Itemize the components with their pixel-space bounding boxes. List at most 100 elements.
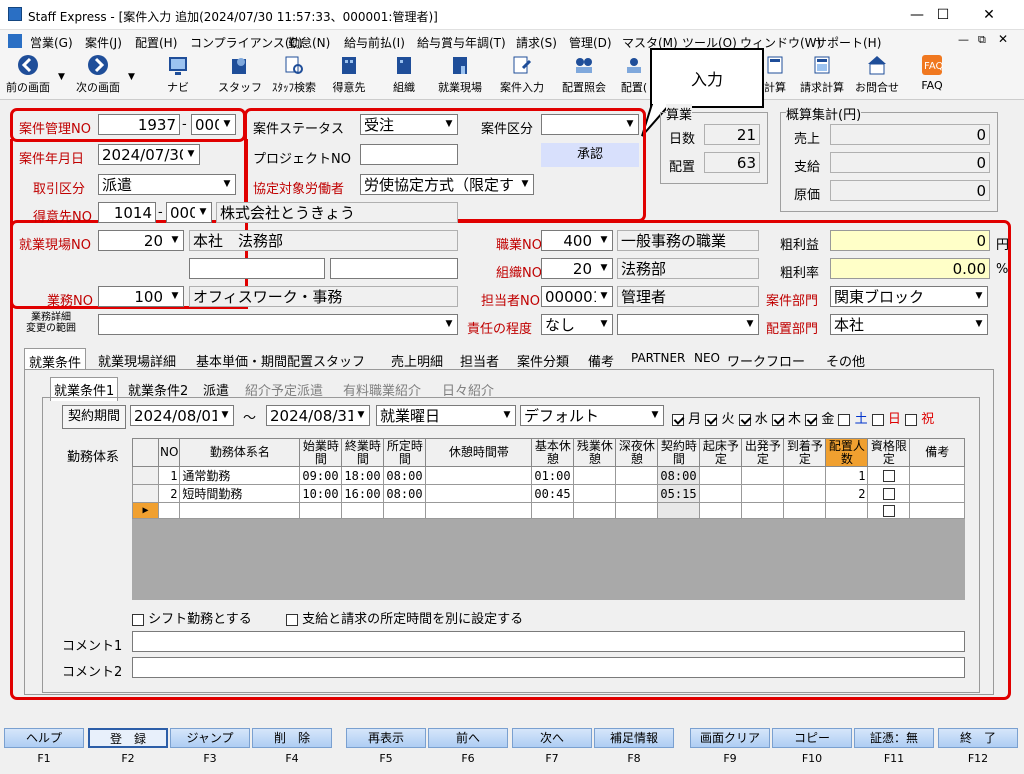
cell-basic-break[interactable]: 00:45 (531, 484, 575, 503)
cell-ot-break[interactable] (573, 466, 617, 485)
f4-delete-button[interactable]: 削 除 (252, 728, 332, 748)
f5-refresh-button[interactable]: 再表示 (346, 728, 426, 748)
cell-basic-break[interactable]: 01:00 (531, 466, 575, 485)
haichi-dept-select[interactable]: 本社 ▼ (830, 314, 988, 335)
f1-help-button[interactable]: ヘルプ (4, 728, 84, 748)
close-button[interactable]: ✕ (966, 0, 1012, 30)
mon-checkbox[interactable] (672, 413, 684, 426)
tab-partner[interactable]: PARTNER (627, 348, 689, 370)
day-type-select[interactable]: 就業曜日 ▼ (376, 405, 516, 426)
shikaku-checkbox[interactable] (882, 505, 895, 517)
inquiry-button[interactable]: お問合せ (852, 54, 902, 95)
cell-night-break[interactable] (615, 484, 659, 503)
fri-checkbox[interactable] (805, 413, 818, 426)
sat-checkbox[interactable] (838, 413, 851, 426)
detail-select[interactable]: ▼ (98, 314, 458, 335)
tab-site-detail[interactable]: 就業現場詳細 (94, 348, 180, 370)
shift-option[interactable]: シフト勤務とする (132, 608, 252, 627)
separate-checkbox[interactable] (286, 613, 298, 626)
org-no-select[interactable]: 20 ▼ (541, 258, 613, 279)
shikaku-checkbox[interactable] (882, 488, 895, 500)
tanto-no-select[interactable]: 000001 ▼ (541, 286, 613, 307)
cell-break-range[interactable] (425, 502, 533, 519)
approve-button[interactable]: 承認 (541, 143, 639, 167)
cell-shotei[interactable] (383, 502, 427, 519)
table-row[interactable]: 2 短時間勤務 10:00 16:00 08:00 00:45 05:15 2 (132, 484, 965, 503)
cell-end[interactable]: 18:00 (341, 466, 385, 485)
cell-wake[interactable] (699, 502, 743, 519)
f10-copy-button[interactable]: コピー (772, 728, 852, 748)
f7-next-button[interactable]: 次へ (512, 728, 592, 748)
site-button[interactable]: 就業現場 (432, 54, 488, 95)
status-select[interactable]: 受注 ▼ (360, 114, 458, 135)
cell-night-break[interactable] (615, 466, 659, 485)
case-no-input[interactable]: 1937 (98, 114, 180, 135)
row-selector[interactable] (132, 484, 159, 503)
torihiki-select[interactable]: 派遣 ▼ (98, 174, 236, 195)
f12-exit-button[interactable]: 終 了 (938, 728, 1018, 748)
bill-calc-button[interactable]: 請求計算 (796, 54, 848, 95)
placement-ref-button[interactable]: 配置照会 (558, 54, 610, 95)
client-button[interactable]: 得意先 (326, 54, 372, 95)
cell-shotei[interactable]: 08:00 (383, 466, 427, 485)
cell-haichi[interactable]: 2 (825, 484, 869, 503)
table-row[interactable]: 1 通常勤務 09:00 18:00 08:00 01:00 08:00 1 (132, 466, 965, 485)
mdi-restore-icon[interactable]: ⧉ (978, 33, 986, 47)
cell-wake[interactable] (699, 484, 743, 503)
menu-support[interactable]: サポート(H) (815, 34, 881, 51)
cell-end[interactable]: 16:00 (341, 484, 385, 503)
site-extra1[interactable] (189, 258, 325, 279)
kyotei-select[interactable]: 労使協定方式（限定す ▼ (360, 174, 534, 195)
wed-checkbox[interactable] (738, 413, 751, 426)
tab-workflow[interactable]: ワークフロー (723, 348, 809, 370)
f3-jump-button[interactable]: ジャンプ (170, 728, 250, 748)
cell-ot-break[interactable] (573, 502, 617, 519)
contract-from-input[interactable]: 2024/08/01 ▼ (130, 405, 234, 426)
tab-case-class[interactable]: 案件分類 (513, 348, 573, 370)
tab-neo[interactable]: NEO (690, 348, 724, 370)
menu-maebarai[interactable]: 給与前払(I) (344, 34, 405, 51)
cell-name[interactable] (179, 502, 301, 519)
cell-ot-break[interactable] (573, 484, 617, 503)
tab-others[interactable]: その他 (822, 348, 869, 370)
cell-haichi[interactable]: 1 (825, 466, 869, 485)
menu-seikyu[interactable]: 請求(S) (516, 34, 557, 51)
next-screen-button[interactable]: 次の画面 (72, 54, 124, 95)
cell-start[interactable]: 09:00 (299, 466, 343, 485)
prev-dropdown-icon[interactable]: ▼ (58, 72, 65, 82)
work-no-select[interactable]: 100 ▼ (98, 286, 184, 307)
cell-break-range[interactable] (425, 466, 533, 485)
cell-basic-break[interactable] (531, 502, 575, 519)
site-extra2[interactable] (330, 258, 458, 279)
tab-shugyo-joken[interactable]: 就業条件 (24, 348, 87, 371)
cell-name[interactable]: 短時間勤務 (179, 484, 301, 503)
cell-depart[interactable] (741, 484, 785, 503)
f8-supplement-button[interactable]: 補足情報 (594, 728, 674, 748)
cell-start[interactable]: 10:00 (299, 484, 343, 503)
cell-arrive[interactable] (783, 466, 827, 485)
tue-checkbox[interactable] (705, 413, 718, 426)
cell-biko[interactable] (909, 484, 965, 503)
cell-shikaku[interactable] (867, 484, 911, 503)
row-selector[interactable] (132, 466, 159, 485)
f6-prev-button[interactable]: 前へ (428, 728, 508, 748)
f9-clear-button[interactable]: 画面クリア (690, 728, 770, 748)
menu-anken[interactable]: 案件(J) (85, 34, 122, 51)
navi-button[interactable]: ナビ (158, 54, 198, 95)
cell-end[interactable] (341, 502, 385, 519)
table-row-new[interactable]: ▶ (132, 502, 965, 519)
tab-tanto[interactable]: 担当者 (456, 348, 503, 370)
comment2-input[interactable] (132, 657, 965, 678)
comment1-input[interactable] (132, 631, 965, 652)
holiday-checkbox[interactable] (905, 413, 918, 426)
mdi-min-icon[interactable]: — (958, 33, 969, 46)
menu-kyuyo[interactable]: 給与賞与年調(T) (417, 34, 506, 51)
kubun-select[interactable]: ▼ (541, 114, 639, 135)
faq-button[interactable]: FAQ FAQ (914, 54, 950, 92)
client-no-input[interactable]: 1014 (98, 202, 156, 223)
menu-compliance[interactable]: コンプライアンス(C) (190, 34, 303, 51)
tab-sales-detail[interactable]: 売上明細 (387, 348, 447, 370)
sun-checkbox[interactable] (871, 413, 884, 426)
cell-shotei[interactable]: 08:00 (383, 484, 427, 503)
tab-biko[interactable]: 備考 (584, 348, 618, 370)
